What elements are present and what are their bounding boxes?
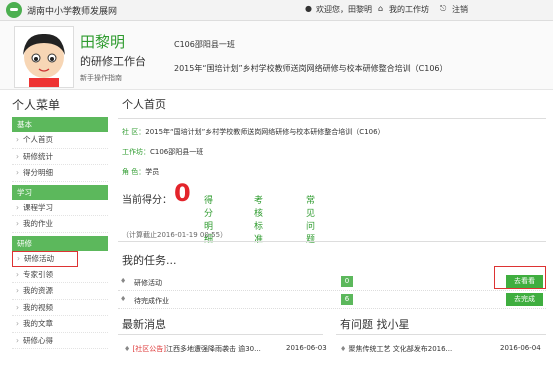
sidebar-item-videos[interactable]: › 我的视频: [12, 300, 108, 316]
role-label: 角 色：: [122, 168, 146, 176]
user-name: 田黎明: [80, 33, 126, 51]
studio-value: C106邵阳县一班: [150, 148, 204, 156]
pin-icon: ♦: [120, 295, 127, 303]
news-date: 2016-06-03: [286, 344, 327, 352]
top-bar: 湖南中小学教师发展网 ● 欢迎您，田黎明 ⌂ 我的工作坊 ⎋ 注销: [0, 0, 553, 21]
workbench-label: 的研修工作台: [80, 55, 146, 68]
community-label: 社 区：: [122, 128, 146, 136]
news-item[interactable]: ♦ [社区公告]江西多地遭强降雨袭击 逾30...: [124, 344, 261, 354]
task-count-badge: 0: [341, 276, 353, 287]
news-text: 江西多地遭强降雨袭击 逾30...: [165, 345, 261, 353]
qa-text: 聚焦传统工艺 文化部发布2016...: [348, 345, 453, 353]
community-row: 社 区：2015年“国培计划”乡村学校教师送岗网络研修与校本研修整合培训（C10…: [118, 127, 546, 137]
sidebar-item-label: 研修统计: [23, 151, 53, 161]
chevron-right-icon: ›: [16, 202, 19, 212]
divider: [118, 241, 546, 242]
beginner-guide-link[interactable]: 新手操作指南: [80, 73, 122, 83]
sidebar-section-study: 学习: [12, 184, 108, 200]
main-content: 个人首页 社 区：2015年“国培计划”乡村学校教师送岗网络研修与校本研修整合培…: [118, 96, 546, 353]
welcome-text: 欢迎您，田黎明: [316, 5, 372, 14]
assessment-criteria-link[interactable]: 考核标准: [254, 193, 263, 245]
site-name[interactable]: 湖南中小学教师发展网: [27, 4, 117, 17]
pin-icon: ♦: [124, 345, 133, 353]
sidebar-section-basic: 基本: [12, 117, 108, 132]
avatar-cartoon-icon: [15, 27, 73, 87]
task-count-badge: 6: [341, 294, 353, 305]
sidebar-item-label: 我的作业: [23, 219, 53, 228]
score-line: 当前得分： 0 得分明细 考核标准 常见问题: [122, 179, 315, 245]
chevron-right-icon: ›: [16, 335, 19, 345]
qa-divider: [336, 334, 546, 336]
news-divider: [118, 334, 323, 336]
sidebar-item-home[interactable]: › 个人首页: [12, 132, 108, 149]
studio-row: 工作坊：C106邵阳县一班: [118, 147, 546, 157]
sidebar-item-stats[interactable]: › 研修统计: [12, 149, 108, 165]
qa-date: 2016-06-04: [500, 344, 541, 352]
news-tag: [社区公告]: [132, 345, 166, 353]
sidebar-item-label: 我的视频: [23, 302, 53, 312]
qa-item[interactable]: ♦ 聚焦传统工艺 文化部发布2016...: [340, 344, 452, 354]
class-name: C106邵阳县一班: [174, 40, 235, 49]
task-label: 研修活动: [134, 279, 162, 287]
pin-icon: ♦: [340, 345, 349, 353]
sidebar-title: 个人菜单: [12, 98, 61, 112]
score-value: 0: [174, 179, 191, 207]
calc-note: （计算截止2016-01-19 00:55）: [122, 231, 228, 239]
pin-icon: ♦: [120, 277, 127, 285]
chevron-right-icon: ›: [16, 151, 19, 161]
task-row: ♦ 待完成作业 6 去完成: [118, 292, 546, 309]
sidebar: 个人菜单 基本 › 个人首页 › 研修统计 › 得分明细 学习 › 课程学习 › 我的作业…: [12, 96, 108, 349]
chevron-right-icon: ›: [17, 253, 20, 263]
sidebar-item-label: 我的资源: [23, 286, 53, 295]
profile-header: 田黎明 的研修工作台 新手操作指南 C106邵阳县一班 2015年“国培计划”乡…: [0, 21, 553, 90]
community-value: 2015年“国培计划”乡村学校教师送岗网络研修与校本研修整合培训（C106）: [145, 128, 385, 136]
chevron-right-icon: ›: [16, 319, 19, 328]
task-label: 待完成作业: [134, 297, 169, 305]
page-title: 个人首页: [118, 96, 546, 119]
score-label: 当前得分：: [122, 195, 172, 206]
chevron-right-icon: ›: [16, 168, 19, 177]
sidebar-section-research: 研修: [12, 235, 108, 251]
sidebar-item-label: 研修活动: [24, 253, 54, 263]
sidebar-item-label: 个人首页: [23, 135, 53, 144]
chevron-right-icon: ›: [16, 269, 19, 279]
sidebar-item-label: 我的文章: [23, 319, 53, 328]
sidebar-item-courses[interactable]: › 课程学习: [12, 200, 108, 216]
user-icon: ●: [305, 4, 312, 13]
logout-icon: ⎋: [440, 4, 447, 13]
sidebar-item-resources[interactable]: › 我的资源: [12, 283, 108, 300]
avatar: [14, 26, 74, 88]
sidebar-item-label: 得分明细: [23, 168, 53, 177]
chevron-right-icon: ›: [16, 302, 19, 312]
sidebar-item-experts[interactable]: › 专家引领: [12, 267, 108, 283]
sidebar-item-label: 专家引领: [23, 269, 53, 279]
faq-link[interactable]: 常见问题: [306, 193, 315, 245]
highlight-box: [494, 266, 546, 289]
sidebar-item-activities[interactable]: › 研修活动: [12, 250, 78, 267]
role-row: 角 色：学员: [118, 167, 546, 177]
role-value: 学员: [145, 168, 160, 176]
sidebar-item-homework[interactable]: › 我的作业: [12, 216, 108, 233]
home-icon: ⌂: [378, 4, 384, 13]
my-studio-link[interactable]: 我的工作坊: [389, 4, 429, 15]
sidebar-item-label: 研修心得: [23, 335, 53, 345]
chevron-right-icon: ›: [16, 219, 19, 228]
chevron-right-icon: ›: [16, 135, 19, 144]
site-logo-icon[interactable]: [6, 2, 22, 18]
go-complete-button[interactable]: 去完成: [506, 293, 543, 306]
project-name: 2015年“国培计划”乡村学校教师送岗网络研修与校本研修整合培训（C106）: [174, 64, 448, 73]
news-title: 最新消息: [122, 318, 166, 331]
logout-link[interactable]: 注销: [452, 4, 468, 15]
chevron-right-icon: ›: [16, 286, 19, 295]
studio-label: 工作坊：: [122, 148, 150, 156]
task-row: ♦ 研修活动 0 去看看: [118, 274, 546, 291]
sidebar-item-reflections[interactable]: › 研修心得: [12, 333, 108, 349]
qa-title: 有问题 找小星: [340, 318, 410, 331]
sidebar-item-score-detail[interactable]: › 得分明细: [12, 165, 108, 182]
sidebar-item-articles[interactable]: › 我的文章: [12, 316, 108, 333]
tasks-title: 我的任务...: [122, 254, 177, 267]
sidebar-item-label: 课程学习: [23, 202, 53, 212]
